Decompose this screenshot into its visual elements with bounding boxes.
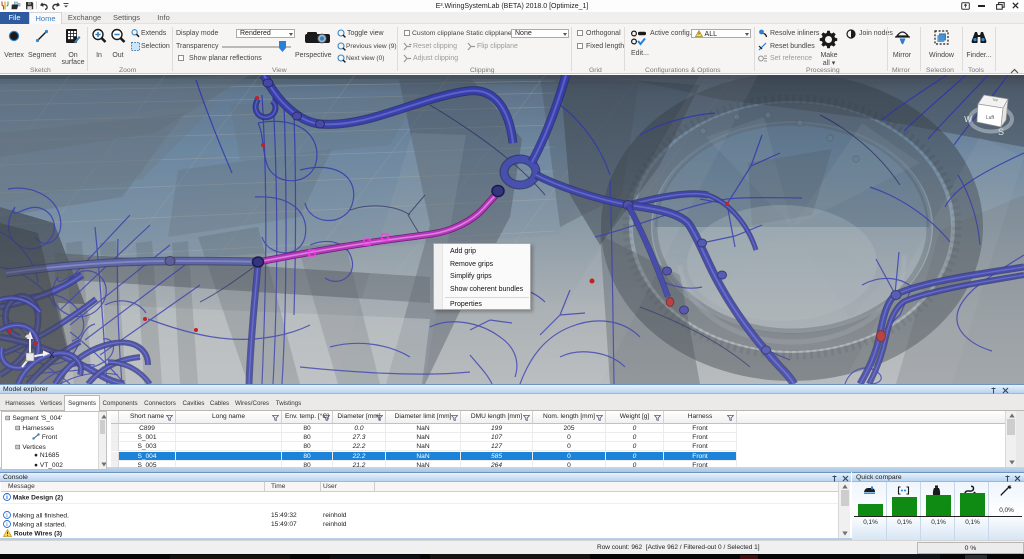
svg-text:Luft: Luft — [986, 115, 995, 121]
svg-text:S: S — [998, 127, 1004, 137]
svg-text:X: X — [49, 351, 55, 360]
svg-text:W: W — [964, 115, 972, 124]
svg-text:Top: Top — [992, 98, 998, 102]
